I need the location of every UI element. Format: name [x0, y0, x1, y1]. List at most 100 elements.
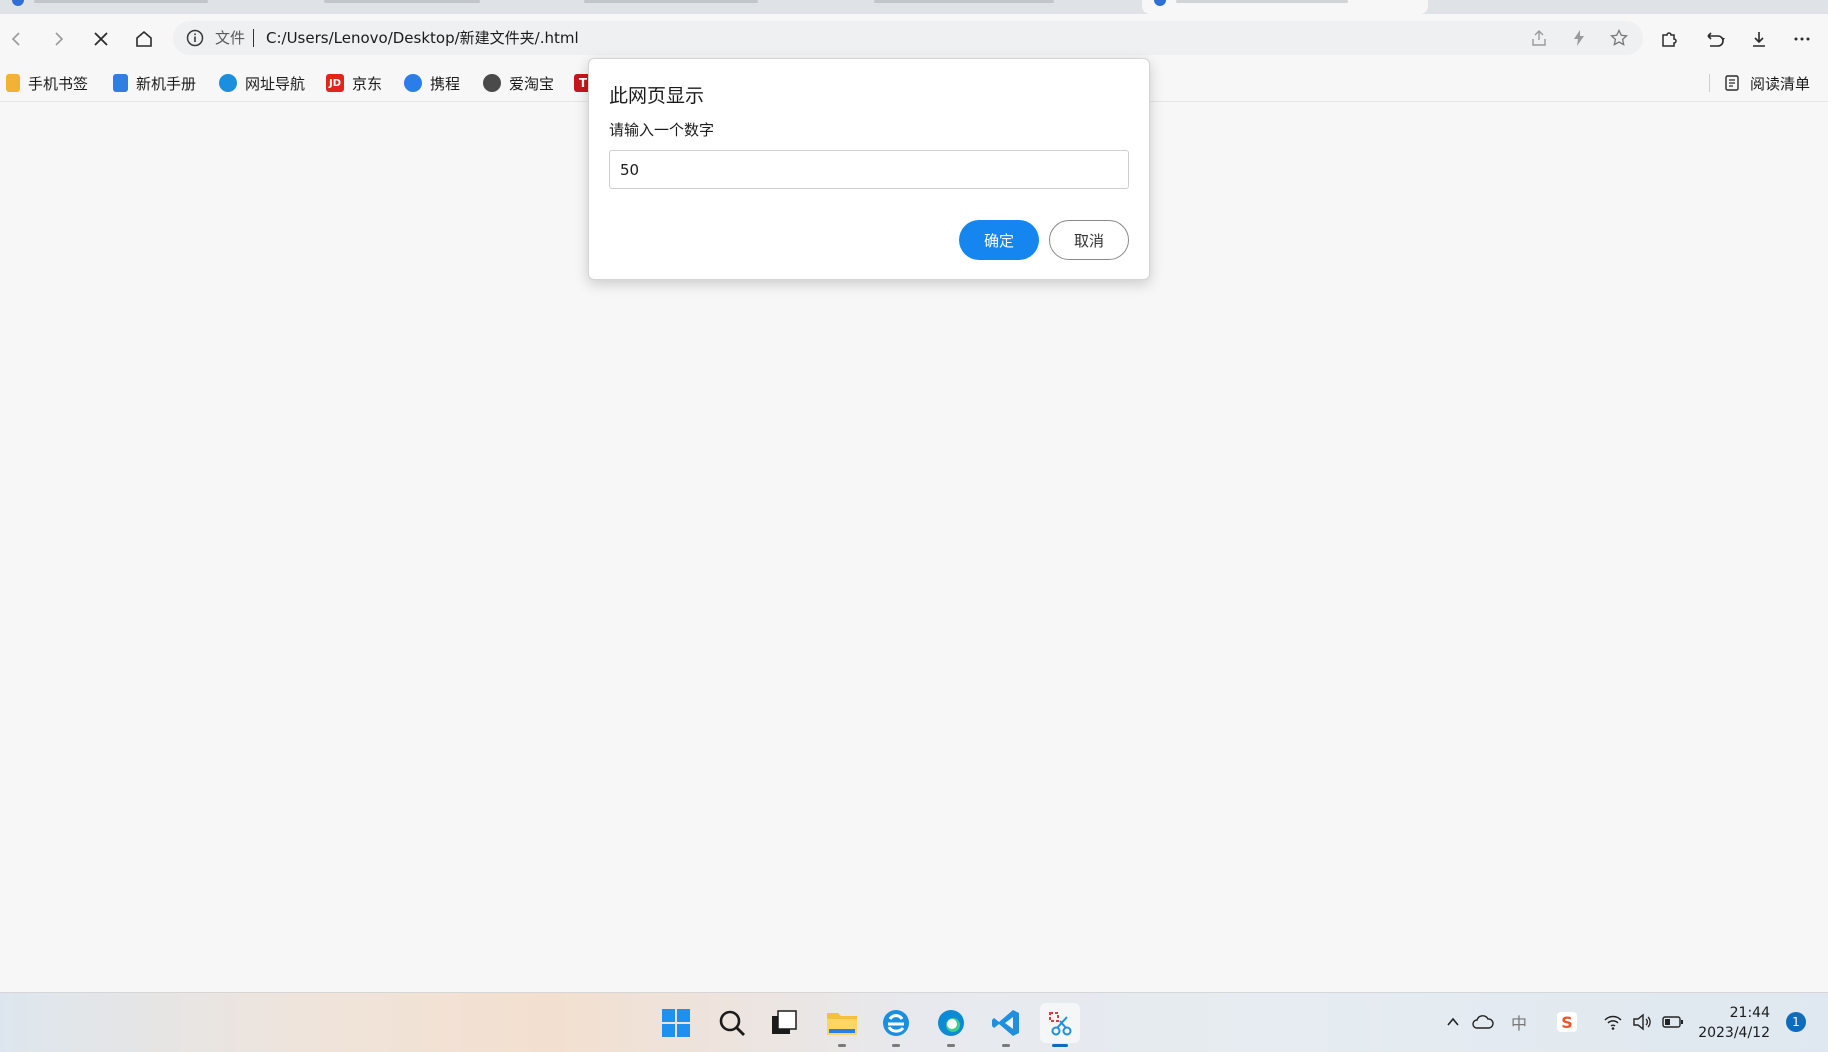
- show-hidden-icons-button[interactable]: [1440, 1007, 1466, 1037]
- arrow-left-icon: [11, 32, 20, 46]
- star-icon[interactable]: [1609, 28, 1629, 48]
- windows-icon: [662, 1009, 690, 1037]
- task-view-button[interactable]: [764, 1003, 804, 1043]
- close-icon: [94, 32, 108, 46]
- jd-icon: JD: [326, 74, 344, 92]
- snipping-tool-icon: [1049, 1012, 1072, 1036]
- puzzle-icon: [1662, 32, 1677, 47]
- download-icon: [1753, 32, 1765, 47]
- ie-nav-icon: [219, 74, 237, 92]
- favorite-item[interactable]: 网址导航: [219, 70, 305, 96]
- battery-icon: [1662, 1016, 1683, 1028]
- tab-favicon-icon: [12, 0, 24, 6]
- file-explorer-button[interactable]: [822, 1003, 862, 1047]
- folder-icon: [827, 1013, 857, 1035]
- running-indicator: [947, 1044, 955, 1047]
- edge-button[interactable]: [931, 1003, 971, 1047]
- extensions-button[interactable]: [1654, 24, 1684, 54]
- favorite-label: 网址导航: [245, 74, 306, 93]
- start-button[interactable]: [656, 1003, 696, 1043]
- favorite-item[interactable]: 爱淘宝: [483, 70, 554, 96]
- stop-loading-button[interactable]: [86, 24, 116, 54]
- info-icon[interactable]: [185, 28, 205, 48]
- aitaobao-icon: [483, 74, 501, 92]
- wifi-button[interactable]: [1600, 1007, 1626, 1037]
- chevron-up-icon: [1447, 1017, 1459, 1026]
- vscode-icon: [992, 1010, 1019, 1036]
- svg-text:S: S: [1561, 1013, 1573, 1032]
- address-scheme-label: 文件: [215, 29, 246, 47]
- reading-list-button[interactable]: 阅读清单: [1708, 70, 1810, 96]
- cloud-icon: [1472, 1015, 1494, 1029]
- manual-icon: [113, 74, 128, 92]
- address-bar[interactable]: 文件 C:/Users/Lenovo/Desktop/新建文件夹/.html: [173, 21, 1643, 55]
- favorite-item[interactable]: 手机书签: [6, 70, 88, 96]
- onedrive-button[interactable]: [1470, 1007, 1496, 1037]
- undo-icon: [1707, 32, 1725, 47]
- reading-list-label: 阅读清单: [1749, 74, 1810, 93]
- tab[interactable]: [0, 0, 290, 14]
- favorite-label: 手机书签: [28, 74, 89, 93]
- vscode-button[interactable]: [986, 1003, 1026, 1047]
- clock-date: 2023/4/12: [1698, 1025, 1770, 1041]
- more-dots-icon: [1794, 37, 1810, 41]
- prompt-dialog: 此网页显示 请输入一个数字 确定 取消: [588, 58, 1150, 280]
- running-indicator: [892, 1044, 900, 1047]
- volume-button[interactable]: [1629, 1007, 1655, 1037]
- address-url[interactable]: C:/Users/Lenovo/Desktop/新建文件夹/.html: [266, 28, 579, 48]
- more-menu-button[interactable]: [1787, 24, 1817, 54]
- reading-list-icon: [1725, 75, 1739, 91]
- favorite-item[interactable]: 新机手册: [113, 70, 196, 96]
- tab[interactable]: [840, 0, 1140, 14]
- dialog-title: 此网页显示: [609, 85, 705, 107]
- ctrip-icon: [404, 74, 422, 92]
- lightning-icon[interactable]: [1569, 28, 1589, 48]
- bookmark-phone-icon: [6, 74, 20, 92]
- browser-toolbar: 文件 C:/Users/Lenovo/Desktop/新建文件夹/.html: [0, 14, 1828, 64]
- favorite-item[interactable]: 携程: [404, 70, 460, 96]
- tab-active[interactable]: [1142, 0, 1428, 14]
- back-button[interactable]: [2, 24, 32, 54]
- sogou-s-icon: S: [1557, 1012, 1577, 1032]
- cancel-button[interactable]: 取消: [1049, 220, 1129, 260]
- favorite-label: 携程: [430, 74, 461, 93]
- tab-strip: [0, 0, 1828, 14]
- favorite-label: 爱淘宝: [509, 74, 555, 93]
- favorite-item[interactable]: JD 京东: [326, 70, 382, 96]
- home-icon: [136, 30, 152, 47]
- home-button[interactable]: [129, 24, 159, 54]
- downloads-button[interactable]: [1744, 24, 1774, 54]
- ie-browser-icon: [883, 1010, 909, 1036]
- tab-favicon-icon: [1154, 0, 1166, 6]
- running-indicator: [1002, 1044, 1010, 1047]
- favorite-label: 新机手册: [136, 74, 197, 93]
- sogou-ime-button[interactable]: S: [1554, 1007, 1580, 1037]
- active-indicator: [1052, 1044, 1068, 1047]
- speaker-icon: [1633, 1013, 1651, 1031]
- favorites-divider: [1708, 74, 1710, 92]
- clock-time: 21:44: [1729, 1005, 1770, 1021]
- dialog-message: 请输入一个数字: [609, 121, 715, 139]
- forward-button[interactable]: [43, 24, 73, 54]
- undo-button[interactable]: [1697, 24, 1733, 54]
- favorite-label: 京东: [352, 74, 383, 93]
- tab[interactable]: [290, 0, 550, 14]
- search-icon: [719, 1010, 745, 1036]
- task-view-icon: [772, 1010, 797, 1034]
- battery-button[interactable]: [1660, 1007, 1686, 1037]
- system-clock[interactable]: 21:44 2023/4/12: [1698, 1003, 1770, 1043]
- dialog-input[interactable]: [609, 150, 1129, 189]
- taskbar: 中 S 21:44 2023/4/12 1: [0, 992, 1828, 1052]
- ie-browser-button[interactable]: [876, 1003, 916, 1047]
- tab[interactable]: [550, 0, 840, 14]
- ok-button[interactable]: 确定: [959, 220, 1039, 260]
- wifi-icon: [1604, 1015, 1622, 1030]
- notification-badge[interactable]: 1: [1786, 1012, 1806, 1032]
- search-button[interactable]: [712, 1003, 752, 1043]
- share-icon[interactable]: [1529, 28, 1549, 48]
- address-separator: [253, 29, 254, 47]
- snipping-tool-button[interactable]: [1040, 1003, 1080, 1047]
- edge-icon: [938, 1010, 964, 1036]
- arrow-right-icon: [55, 32, 64, 46]
- ime-indicator[interactable]: 中: [1506, 1007, 1532, 1037]
